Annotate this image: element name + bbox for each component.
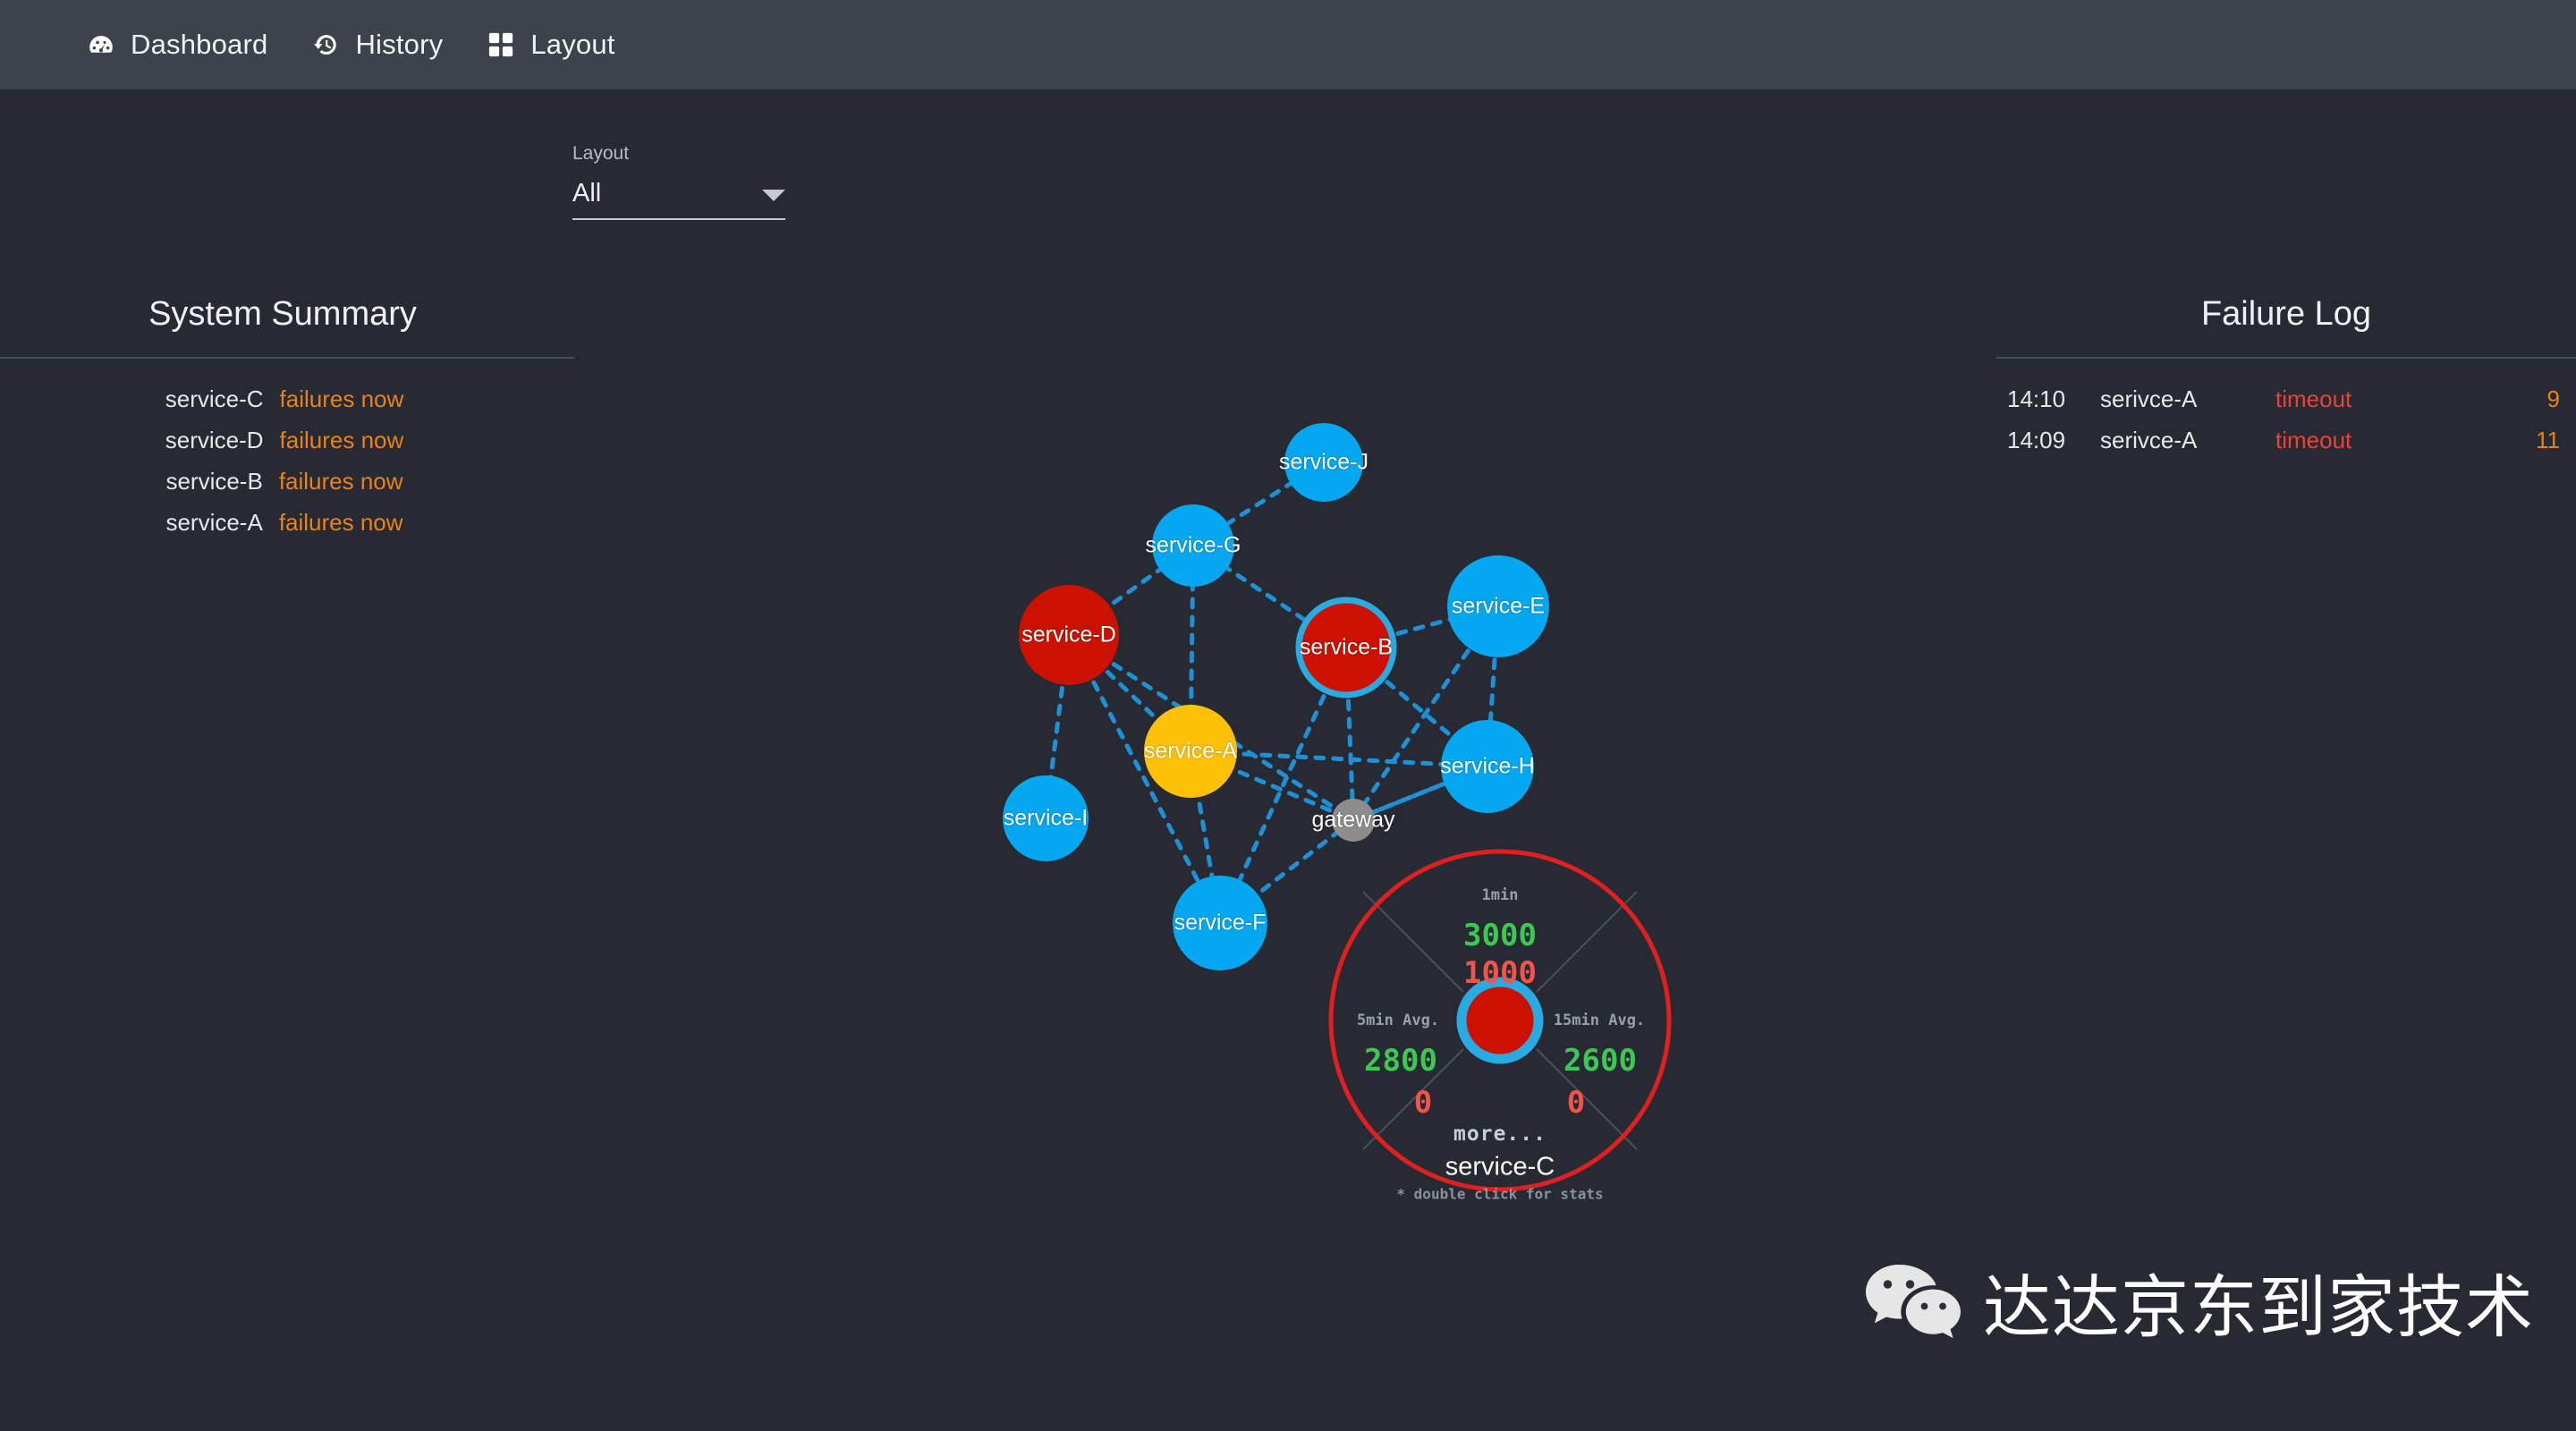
top-navbar: Dashboard History Layout: [0, 0, 2576, 89]
graph-canvas: [1003, 423, 1549, 970]
nav-item-history[interactable]: History: [289, 0, 464, 89]
radial-stats-rings: [1328, 849, 1672, 1192]
graph-node-gateway[interactable]: [1332, 799, 1375, 842]
grid-layout-icon: [486, 30, 516, 60]
nav-item-dashboard[interactable]: Dashboard: [64, 0, 289, 89]
graph-node-service-G[interactable]: [1152, 504, 1234, 587]
nav-item-layout[interactable]: Layout: [464, 0, 636, 89]
nav-item-history-label: History: [355, 29, 444, 60]
graph-node-service-J[interactable]: [1284, 423, 1363, 502]
app-root: Dashboard History Layout Layout All Syst…: [0, 0, 2576, 1431]
nav-item-layout-label: Layout: [530, 29, 615, 60]
graph-node-service-E[interactable]: [1447, 555, 1549, 657]
nav-item-dashboard-label: Dashboard: [131, 29, 268, 60]
radial-stats-widget[interactable]: 1min 3000 1000 5min Avg. 2800 0 15min Av…: [1313, 842, 1687, 1203]
graph-node-service-A[interactable]: [1144, 705, 1237, 798]
graph-node-service-H[interactable]: [1441, 720, 1534, 813]
graph-node-service-D[interactable]: [1019, 585, 1119, 685]
watermark-text: 达达京东到家技术: [1983, 1267, 2534, 1347]
history-clock-icon: [310, 30, 341, 60]
wechat-icon: [1863, 1261, 1963, 1342]
service-topology-graph[interactable]: service-J service-G service-D service-B serv…: [0, 89, 2576, 1431]
dashboard-gauge-icon: [86, 30, 116, 60]
graph-node-service-I[interactable]: [1003, 775, 1089, 861]
graph-node-service-B[interactable]: [1295, 597, 1397, 699]
wechat-watermark: 达达京东到家技术: [1863, 1252, 2534, 1351]
graph-node-service-F[interactable]: [1173, 876, 1267, 970]
